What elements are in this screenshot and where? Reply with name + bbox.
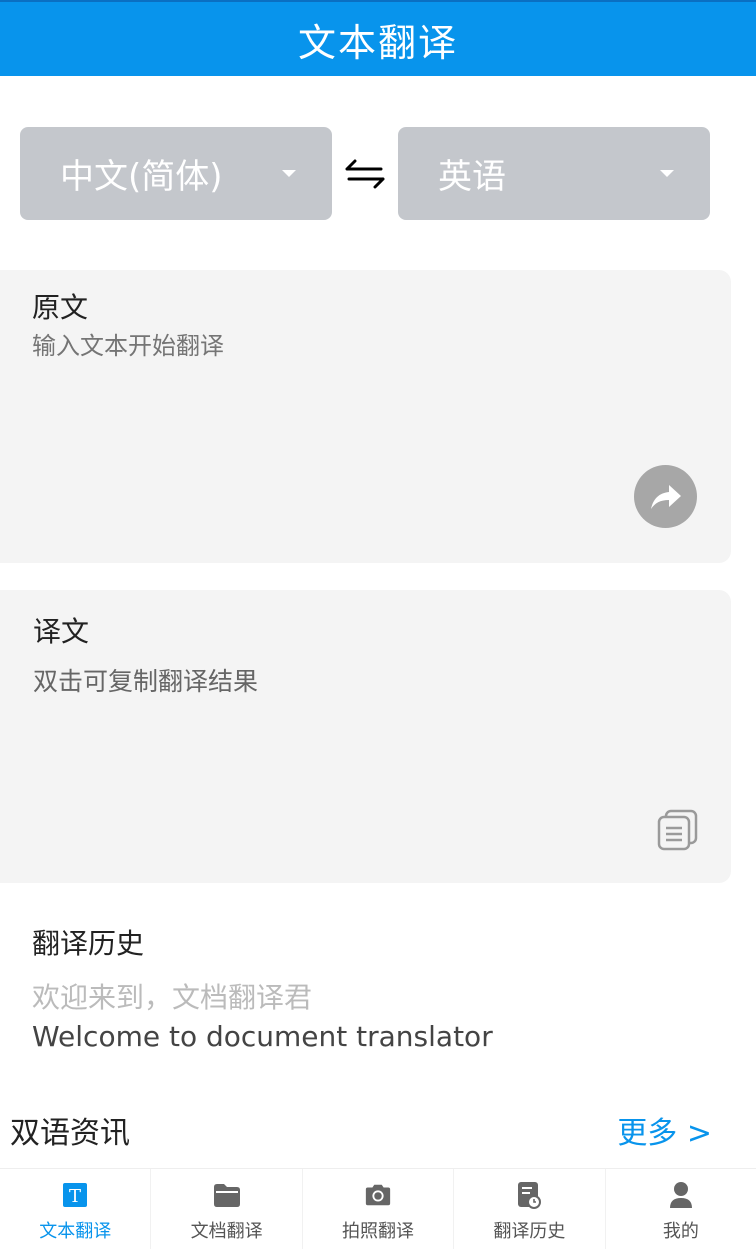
translation-panel: 译文 双击可复制翻译结果 [0, 590, 731, 883]
history-section[interactable]: 翻译历史 欢迎来到，文档翻译君 Welcome to document tran… [32, 922, 722, 1053]
bottom-tab-bar: T 文本翻译 文档翻译 拍照翻译 翻译历史 我的 [0, 1168, 756, 1249]
tab-label: 文本翻译 [39, 1221, 112, 1242]
share-arrow-icon [650, 484, 681, 509]
tab-label: 我的 [662, 1221, 699, 1242]
folder-icon [213, 1181, 241, 1209]
tab-photo-translate[interactable]: 拍照翻译 [303, 1169, 455, 1249]
language-selector-row: 中文(简体) 英语 [20, 127, 710, 220]
target-language-label: 英语 [438, 157, 506, 197]
app-header: 文本翻译 [0, 0, 756, 76]
history-source-text: 欢迎来到，文档翻译君 [32, 981, 313, 1014]
swap-icon [345, 159, 385, 189]
translation-panel-title: 译文 [33, 615, 90, 648]
tab-text-translate[interactable]: T 文本翻译 [0, 1169, 152, 1249]
source-language-label: 中文(简体) [60, 157, 223, 197]
tab-label: 拍照翻译 [342, 1221, 415, 1242]
swap-languages-button[interactable] [342, 153, 388, 195]
translate-button[interactable] [634, 465, 697, 528]
chevron-down-icon [660, 170, 674, 177]
text-icon: T [61, 1181, 89, 1209]
translation-hint: 双击可复制翻译结果 [33, 667, 259, 696]
news-section-header: 双语资讯 更多 > [10, 1108, 722, 1152]
source-text-input[interactable] [32, 332, 592, 360]
source-language-select[interactable]: 中文(简体) [20, 127, 332, 220]
news-title: 双语资讯 [10, 1116, 130, 1151]
target-language-select[interactable]: 英语 [398, 127, 710, 220]
tab-translate-history[interactable]: 翻译历史 [454, 1169, 606, 1249]
news-more-link[interactable]: 更多 > [617, 1108, 712, 1152]
tab-label: 文档翻译 [190, 1221, 263, 1242]
history-doc-icon [515, 1181, 543, 1209]
history-target-text: Welcome to document translator [32, 1020, 493, 1053]
source-text-panel: 原文 [0, 270, 731, 563]
tab-profile[interactable]: 我的 [606, 1169, 756, 1249]
chevron-down-icon [282, 170, 296, 177]
camera-icon [364, 1181, 392, 1209]
history-title: 翻译历史 [32, 927, 145, 960]
copy-icon [657, 809, 698, 851]
tab-document-translate[interactable]: 文档翻译 [151, 1169, 303, 1249]
svg-text:T: T [69, 1186, 81, 1207]
source-panel-title: 原文 [32, 291, 89, 324]
page-title: 文本翻译 [297, 20, 458, 65]
tab-label: 翻译历史 [493, 1221, 566, 1242]
user-icon [667, 1181, 695, 1209]
copy-button[interactable] [656, 808, 700, 852]
